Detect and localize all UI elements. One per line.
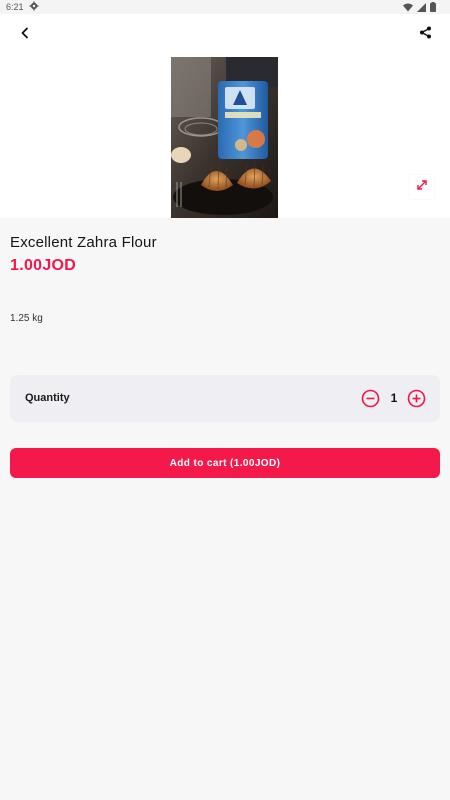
increase-quantity-button[interactable] [407, 389, 426, 408]
add-to-cart-button[interactable]: Add to cart (1.00JOD) [10, 448, 440, 478]
quantity-value: 1 [390, 391, 398, 405]
share-button[interactable] [414, 24, 436, 46]
back-button[interactable] [14, 24, 36, 46]
wifi-icon [403, 3, 413, 12]
expand-icon [416, 178, 428, 196]
signal-icon [417, 2, 426, 12]
settings-icon [29, 1, 39, 11]
share-icon [419, 26, 432, 44]
product-size: 1.25 kg [10, 313, 43, 324]
quantity-card: Quantity 1 [10, 375, 440, 422]
minus-circle-icon [361, 389, 380, 408]
quantity-label: Quantity [25, 392, 70, 404]
decrease-quantity-button[interactable] [361, 389, 380, 408]
battery-icon [430, 2, 436, 12]
product-image-area [0, 56, 450, 218]
status-bar: 6:21 [0, 0, 450, 14]
plus-circle-icon [407, 389, 426, 408]
expand-image-button[interactable] [410, 175, 434, 199]
back-arrow-icon [19, 26, 31, 44]
product-image[interactable] [171, 57, 278, 218]
product-price: 1.00JOD [10, 257, 77, 274]
app-bar [0, 14, 450, 56]
product-name: Excellent Zahra Flour [10, 234, 157, 251]
status-time: 6:21 [6, 2, 24, 12]
